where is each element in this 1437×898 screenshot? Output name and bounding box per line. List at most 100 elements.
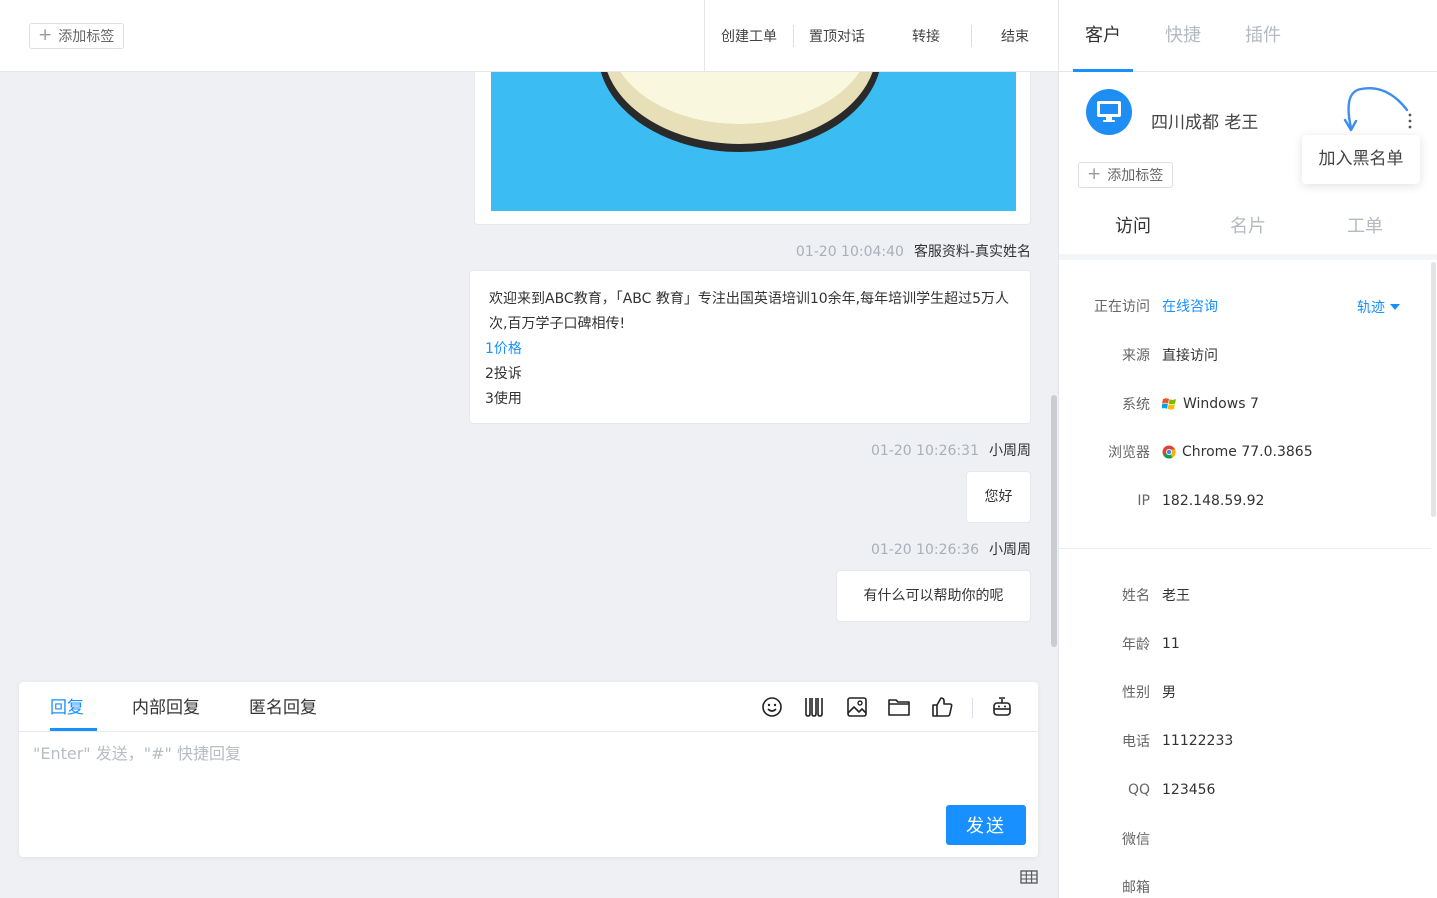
quick-reply-icon[interactable] [801, 694, 827, 720]
ip-label: IP [1137, 493, 1150, 509]
tab-internal-reply[interactable]: 内部回复 [132, 682, 200, 732]
track-label: 轨迹 [1357, 300, 1385, 316]
avatar [1086, 89, 1132, 135]
wechat-row: 微信 [1059, 827, 1431, 851]
agent-message: 您好 [966, 471, 1031, 523]
phone-row: 电话 11122233 [1059, 729, 1431, 753]
windows-icon [1162, 398, 1176, 410]
smiley-icon[interactable] [759, 694, 785, 720]
plus-icon: + [1087, 163, 1102, 184]
image-message [474, 72, 1031, 225]
cartoon-image [600, 72, 880, 152]
os-value: Windows 7 [1183, 396, 1259, 412]
robot-icon[interactable] [989, 694, 1015, 720]
chat-area: + 添加标签 创建工单 置顶对话 转接 结束 01-20 10:04:40 客服资… [0, 0, 1058, 898]
gender-row: 性别 男 [1059, 680, 1431, 704]
message-time: 01-20 10:26:36 [870, 542, 979, 558]
folder-icon[interactable] [886, 694, 912, 720]
add-tag-label: 添加标签 [1107, 168, 1164, 184]
message-time: 01-20 10:26:31 [870, 443, 979, 459]
source-row: 来源 直接访问 [1059, 343, 1431, 367]
add-tag-label: 添加标签 [58, 29, 115, 45]
option-price-link[interactable]: 1价格 [485, 337, 1015, 362]
email-label: 邮箱 [1122, 880, 1150, 896]
qq-row: QQ 123456 [1059, 778, 1431, 802]
panel-tabs: 客户 快捷 插件 [1059, 0, 1437, 72]
monitor-icon [1097, 101, 1121, 122]
gender-value[interactable]: 男 [1162, 682, 1176, 702]
tab-shortcuts[interactable]: 快捷 [1165, 0, 1201, 72]
reply-input[interactable] [33, 740, 1023, 796]
visiting-label: 正在访问 [1094, 299, 1150, 315]
image-icon[interactable] [844, 694, 870, 720]
qq-value[interactable]: 123456 [1162, 782, 1215, 798]
age-label: 年龄 [1122, 637, 1150, 653]
tab-customer[interactable]: 客户 [1085, 0, 1121, 72]
customer-name: 四川成都 老王 [1151, 113, 1259, 133]
name-label: 姓名 [1122, 588, 1150, 604]
message-image[interactable] [491, 72, 1016, 211]
age-row: 年龄 11 [1059, 632, 1431, 656]
source-value: 直接访问 [1162, 348, 1218, 364]
message-time: 01-20 10:04:40 [795, 244, 904, 260]
track-dropdown[interactable]: 轨迹 [1357, 297, 1400, 317]
message-sender: 小周周 [989, 443, 1031, 459]
create-ticket-button[interactable]: 创建工单 [705, 0, 793, 72]
tab-reply[interactable]: 回复 [50, 682, 84, 732]
tab-anonymous-reply[interactable]: 匿名回复 [249, 682, 317, 732]
tab-business-card[interactable]: 名片 [1230, 200, 1266, 254]
ip-row: IP 182.148.59.92 [1059, 489, 1431, 513]
age-value[interactable]: 11 [1162, 636, 1180, 652]
tab-visit[interactable]: 访问 [1115, 200, 1151, 254]
message-meta: 01-20 10:26:36 小周周 [871, 539, 1031, 559]
toolbar-divider [972, 698, 973, 718]
caret-down-icon [1390, 303, 1400, 310]
add-tag-button[interactable]: + 添加标签 [29, 23, 125, 49]
section-divider [1059, 548, 1431, 549]
browser-value: Chrome 77.0.3865 [1182, 444, 1313, 460]
email-row: 邮箱 [1059, 875, 1431, 898]
active-tab-indicator [50, 728, 97, 731]
reply-box: 回复 内部回复 匿名回复 "Enter" 发送，"#" 快捷回复 发送 [19, 682, 1038, 857]
message-meta: 01-20 10:04:40 客服资料-真实姓名 [796, 241, 1031, 261]
tab-ticket[interactable]: 工单 [1347, 200, 1383, 254]
os-row: 系统 Windows 7 [1059, 392, 1431, 416]
chrome-icon [1162, 445, 1176, 459]
welcome-text: 欢迎来到ABC教育，「ABC 教育」专注出国英语培训10余年,每年培训学生超过5… [489, 291, 1010, 332]
gender-label: 性别 [1122, 685, 1150, 701]
end-conversation-button[interactable]: 结束 [972, 0, 1058, 72]
qq-label: QQ [1127, 782, 1150, 798]
phone-label: 电话 [1122, 734, 1150, 750]
chat-scrollbar[interactable] [1051, 395, 1057, 647]
tab-plugins[interactable]: 插件 [1245, 0, 1281, 72]
customer-sub-tabs: 访问 名片 工单 [1059, 200, 1437, 260]
pin-conversation-button[interactable]: 置顶对话 [794, 0, 880, 72]
message-sender: 客服资料-真实姓名 [913, 244, 1031, 260]
send-button[interactable]: 发送 [946, 805, 1026, 845]
panel-scrollbar[interactable] [1431, 262, 1436, 517]
option-complaint: 2投诉 [485, 366, 522, 382]
source-label: 来源 [1122, 348, 1150, 364]
message-sender: 小周周 [989, 542, 1031, 558]
more-options-icon[interactable] [1407, 112, 1413, 130]
table-icon[interactable] [1020, 869, 1038, 885]
browser-label: 浏览器 [1108, 445, 1150, 461]
reply-tabs: 回复 内部回复 匿名回复 [19, 682, 1038, 732]
transfer-button[interactable]: 转接 [881, 0, 971, 72]
active-tab-indicator [1073, 69, 1133, 72]
wechat-label: 微信 [1122, 832, 1150, 848]
message-meta: 01-20 10:26:31 小周周 [871, 440, 1031, 460]
option-usage: 3使用 [485, 391, 522, 407]
ip-value: 182.148.59.92 [1162, 493, 1265, 509]
thumbs-up-icon[interactable] [929, 694, 955, 720]
phone-value[interactable]: 11122233 [1162, 733, 1233, 749]
add-customer-tag-button[interactable]: + 添加标签 [1078, 162, 1174, 188]
add-to-blacklist-menu-item[interactable]: 加入黑名单 [1302, 135, 1420, 184]
customer-panel: 客户 快捷 插件 四川成都 老王 加入黑名单 + 添加标签 访问 名片 工单 正… [1058, 0, 1437, 898]
browser-row: 浏览器 Chrome 77.0.3865 [1059, 440, 1431, 464]
name-value[interactable]: 老王 [1162, 585, 1190, 605]
welcome-message: 欢迎来到ABC教育，「ABC 教育」专注出国英语培训10余年,每年培训学生超过5… [469, 270, 1031, 424]
visiting-page-link[interactable]: 在线咨询 [1162, 296, 1218, 316]
os-label: 系统 [1122, 397, 1150, 413]
agent-message: 有什么可以帮助你的呢 [836, 570, 1031, 622]
